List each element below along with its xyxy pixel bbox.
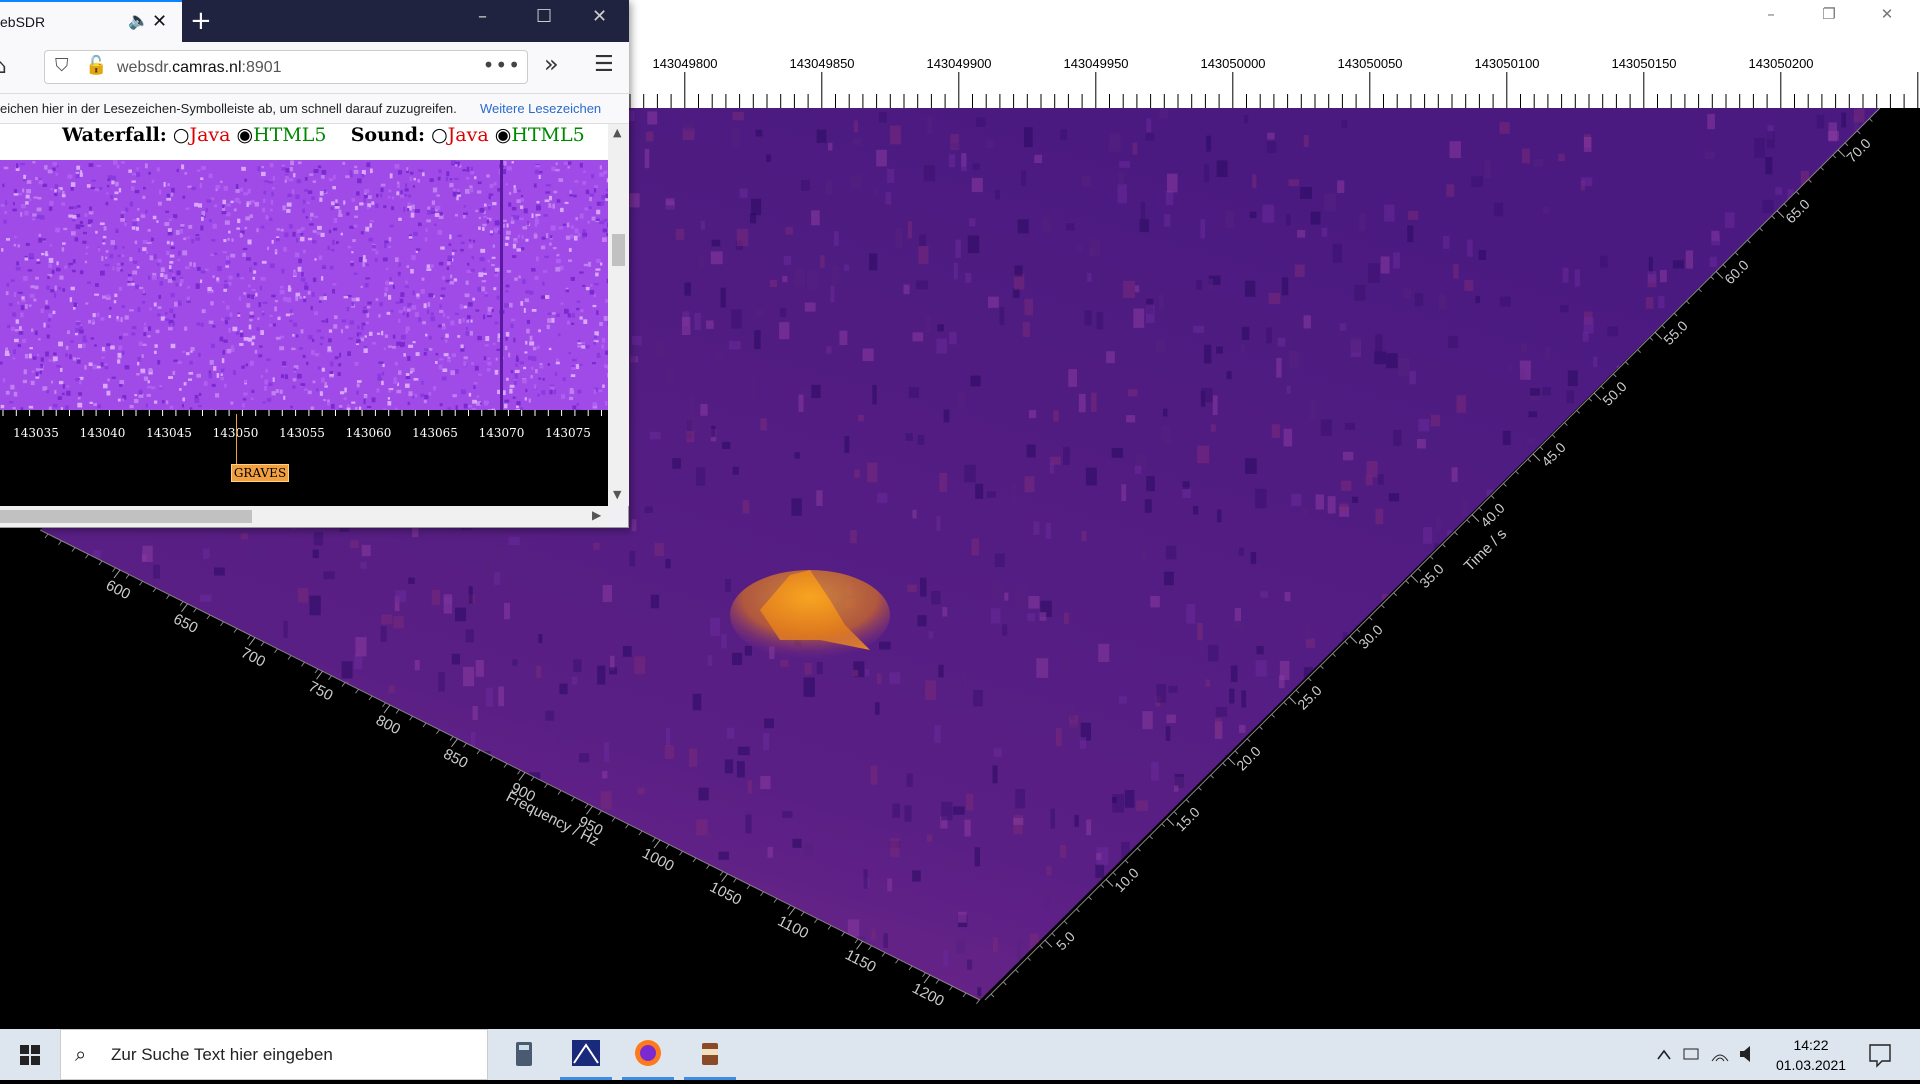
frequency-tick-label: 1000 [639,845,676,875]
firefox-window[interactable]: ebSDR 🔈 ✕ + – ☐ ✕ ⌂ ⛉ 🔓 websdr.camras.nl… [0,0,629,528]
speaker-icon[interactable]: 🔈 [128,11,149,31]
frequency-tick-label: 1200 [909,980,946,1010]
clock[interactable]: 14:22 01.03.2021 [1766,1035,1856,1075]
scroll-down-icon[interactable]: ▼ [613,488,621,501]
tray-chevron-icon[interactable] [1658,1051,1670,1059]
clock-date: 01.03.2021 [1766,1055,1856,1075]
coffee-icon[interactable] [684,1029,736,1080]
mode-selector-row: Waterfall: ○Java ◉HTML5 Sound: ○Java ◉HT… [62,124,598,154]
search-icon: ⌕ [75,1042,86,1066]
page-actions-button[interactable]: ••• [483,53,521,77]
horizontal-scroll-thumb[interactable] [0,510,252,523]
home-icon[interactable]: ⌂ [0,54,7,78]
firefox-nav-bar: ⌂ ⛉ 🔓 websdr.camras.nl:8901 ••• » ☰ [0,42,629,94]
websdr-page: Waterfall: ○Java ◉HTML5 Sound: ○Java ◉HT… [0,124,608,506]
vertical-scroll-thumb[interactable] [612,234,625,266]
windows-taskbar: ⌕ Zur Suche Text hier eingeben 14:22 01.… [0,1029,1920,1080]
other-bookmarks-link[interactable]: Weitere Lesezeichen [480,101,601,116]
waterfall-html5-label: HTML5 [253,124,326,146]
waterfall-display[interactable] [0,160,608,410]
frequency-tick-label: 1050 [707,879,744,909]
sound-java-radio[interactable]: ○ [431,124,448,146]
spectrum-lab-icon[interactable] [560,1029,612,1080]
clock-time: 14:22 [1766,1035,1856,1055]
scale-label: 143060 [346,426,392,440]
bookmarks-hint: eichen hier in der Lesezeichen-Symbollei… [0,101,457,116]
volume-icon[interactable] [1740,1046,1750,1062]
firefox-tab-bar: ebSDR 🔈 ✕ + – ☐ ✕ [0,0,629,42]
frequency-tick-label: 750 [306,678,336,705]
windows-logo-icon[interactable] [0,1029,60,1080]
scale-label: 143055 [279,426,325,440]
waterfall-label: Waterfall: [62,124,167,146]
sound-java-label: Java [448,124,489,146]
bookmarks-bar: eichen hier in der Lesezeichen-Symbollei… [0,94,629,124]
vertical-scrollbar[interactable]: ▲ ▼ [608,124,629,506]
firefox-maximize-button[interactable]: ☐ [536,6,552,27]
url-text[interactable]: websdr.camras.nl:8901 [117,59,282,77]
sound-label: Sound: [351,124,425,146]
insecure-lock-icon[interactable]: 🔓 [85,55,107,76]
graves-marker[interactable]: GRAVES [231,464,289,482]
search-placeholder: Zur Suche Text hier eingeben [111,1045,333,1065]
tab-websdr[interactable]: ebSDR 🔈 ✕ [0,0,182,42]
horizontal-scrollbar[interactable]: ▶ [0,506,608,527]
scale-label: 143070 [479,426,525,440]
waterfall-html5-radio[interactable]: ◉ [237,124,254,146]
notification-center-icon[interactable] [1860,1029,1900,1080]
close-icon[interactable]: ✕ [152,11,167,32]
firefox-icon[interactable] [622,1029,674,1080]
scale-label: 143045 [146,426,192,440]
waterfall-canvas[interactable] [0,160,608,410]
waterfall-java-radio[interactable]: ○ [173,124,190,146]
frequency-tick-label: 650 [171,610,201,637]
frequency-scale[interactable]: 1430351430401430451430501430551430601430… [0,410,608,506]
sound-html5-label: HTML5 [511,124,584,146]
signal-peak-glow [730,570,890,660]
hamburger-menu-button[interactable]: ☰ [594,52,614,77]
frequency-tick-label: 850 [441,745,471,772]
wifi-icon[interactable] [1712,1055,1728,1061]
scale-label: 143075 [545,426,591,440]
frequency-tick-label: 700 [238,644,268,671]
time-tick-label: 5.0 [1053,928,1078,953]
start-button[interactable] [0,1029,60,1080]
scale-label: 143040 [80,426,126,440]
url-bar[interactable]: ⛉ 🔓 websdr.camras.nl:8901 ••• [44,50,528,84]
scale-label: 143035 [13,426,59,440]
frequency-tick-label: 800 [373,712,403,739]
waterfall-signal-line [500,160,503,410]
sound-html5-radio[interactable]: ◉ [495,124,512,146]
waterfall-java-label: Java [189,124,230,146]
time-axis-label: Time / s [1461,525,1510,574]
firefox-close-button[interactable]: ✕ [592,6,607,27]
tab-title: ebSDR [0,14,45,30]
graves-marker-line [236,414,237,464]
frequency-tick-label: 1150 [842,946,878,976]
overflow-menu-button[interactable]: » [544,50,559,78]
shield-icon[interactable]: ⛉ [55,55,69,76]
network-disconnected-icon[interactable] [1684,1049,1698,1059]
calculator-icon[interactable] [498,1029,550,1080]
taskbar-search[interactable]: ⌕ Zur Suche Text hier eingeben [60,1029,488,1080]
new-tab-button[interactable]: + [190,6,212,36]
scroll-right-icon[interactable]: ▶ [592,508,601,522]
frequency-tick-label: 600 [103,577,133,604]
frequency-tick-label: 1100 [775,913,811,943]
scale-label: 143065 [412,426,458,440]
firefox-minimize-button[interactable]: – [478,6,487,27]
scroll-up-icon[interactable]: ▲ [613,126,621,139]
